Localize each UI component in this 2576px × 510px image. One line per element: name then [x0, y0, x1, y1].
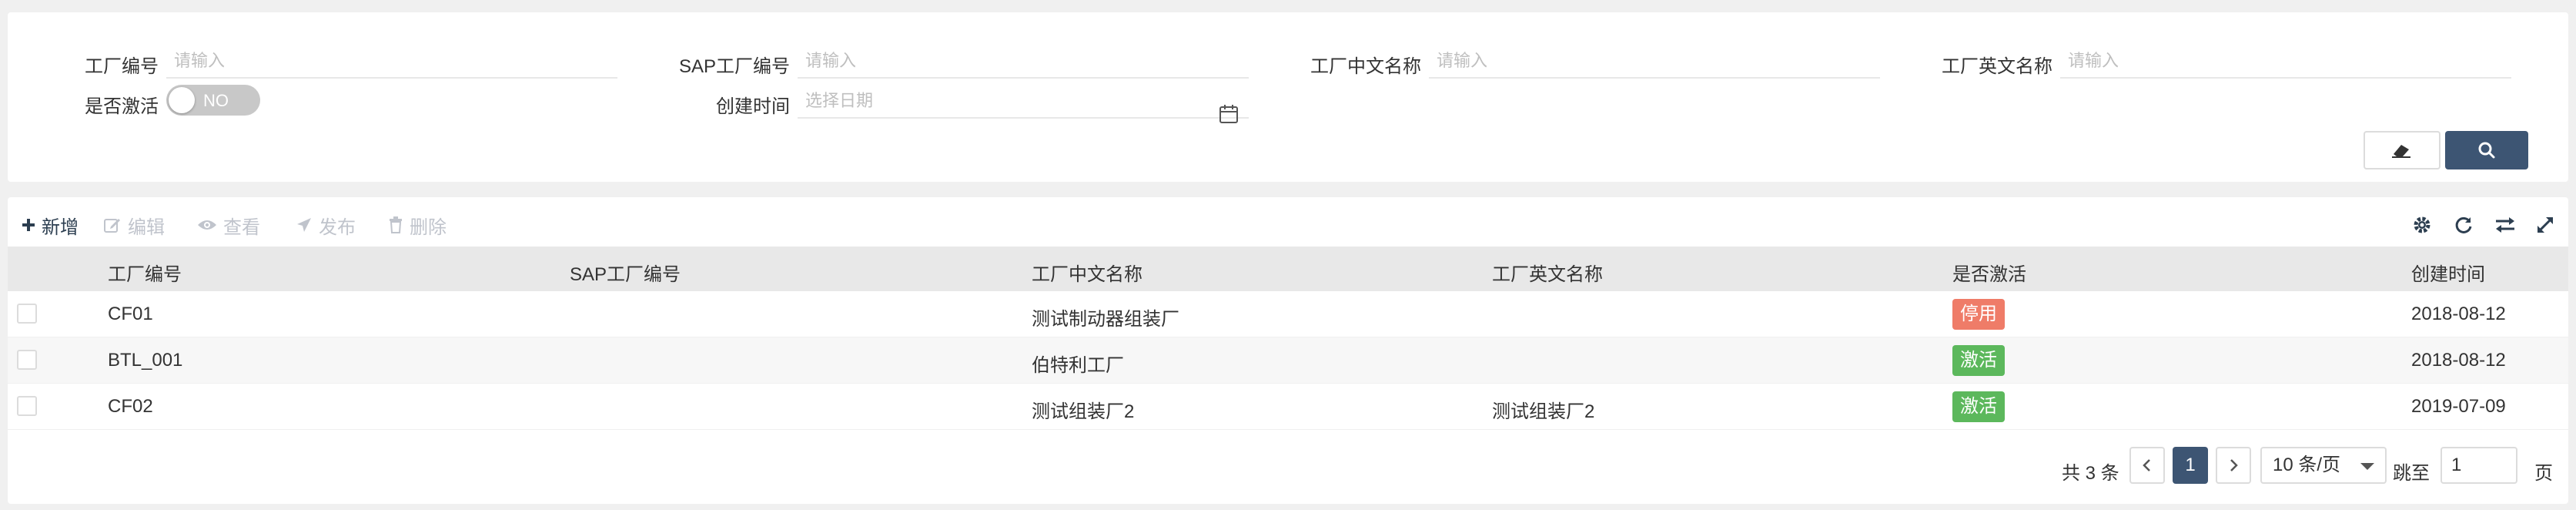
- cell-factory-cn-name: 测试制动器组装厂: [1032, 309, 1179, 330]
- sap-factory-code-input[interactable]: [798, 45, 1249, 79]
- prev-page-button[interactable]: [2129, 447, 2165, 484]
- search-button[interactable]: [2445, 131, 2528, 169]
- total-count: 共 3 条: [2062, 463, 2119, 484]
- chevron-right-icon: [2230, 459, 2238, 471]
- view-button[interactable]: 查看: [197, 210, 260, 240]
- page-size-value: 10 条/页: [2273, 455, 2341, 475]
- cell-factory-en-name: 测试组装厂2: [1492, 401, 1595, 422]
- factory-code-input[interactable]: [166, 45, 617, 79]
- plane-icon: [297, 218, 311, 232]
- publish-label: 发布: [319, 216, 356, 238]
- toggle-text: NO: [203, 91, 229, 110]
- active-toggle[interactable]: NO: [166, 85, 260, 116]
- active-label: 是否激活: [85, 96, 159, 117]
- row-checkbox[interactable]: [17, 396, 37, 416]
- jump-page-input[interactable]: [2441, 447, 2517, 484]
- factory-code-label: 工厂编号: [85, 56, 159, 77]
- edit-button[interactable]: 编辑: [103, 210, 165, 240]
- cell-factory-code: CF02: [108, 396, 153, 417]
- view-label: 查看: [223, 216, 260, 238]
- publish-button[interactable]: 发布: [296, 210, 356, 240]
- edit-label: 编辑: [128, 216, 165, 238]
- table-row[interactable]: BTL_001 伯特利工厂 激活 2018-08-12: [8, 337, 2568, 384]
- cell-created-time: 2019-07-09: [2411, 396, 2506, 417]
- eraser-icon: [2392, 145, 2410, 158]
- search-icon: [2478, 142, 2495, 159]
- refresh-icon[interactable]: [2451, 213, 2476, 237]
- table-panel: 新增 编辑 查看 发布 删除 工厂编号 SAP工厂编号 工厂中文名称 工厂英文名…: [8, 197, 2568, 504]
- created-date-input[interactable]: [798, 85, 1249, 119]
- sap-factory-code-label: SAP工厂编号: [678, 56, 790, 77]
- col-active[interactable]: 是否激活: [1952, 259, 2026, 286]
- status-badge: 激活: [1952, 391, 2005, 422]
- cell-factory-cn-name: 测试组装厂2: [1032, 401, 1135, 422]
- eye-icon: [198, 220, 216, 230]
- page-suffix: 页: [2534, 463, 2553, 484]
- row-checkbox[interactable]: [17, 304, 37, 324]
- table-row[interactable]: CF01 测试制动器组装厂 停用 2018-08-12: [8, 291, 2568, 337]
- swap-icon[interactable]: [2493, 213, 2517, 237]
- factory-cn-name-input[interactable]: [1429, 45, 1880, 79]
- plus-icon: [22, 219, 35, 231]
- factory-cn-name-label: 工厂中文名称: [1310, 56, 1421, 77]
- col-factory-en-name[interactable]: 工厂英文名称: [1492, 259, 1603, 286]
- add-label: 新增: [42, 216, 79, 238]
- status-badge: 停用: [1952, 299, 2005, 330]
- col-factory-code[interactable]: 工厂编号: [108, 259, 182, 286]
- caret-down-icon: [2360, 463, 2374, 470]
- cell-factory-code: BTL_001: [108, 350, 183, 371]
- delete-button[interactable]: 删除: [388, 210, 447, 240]
- cell-created-time: 2018-08-12: [2411, 304, 2506, 324]
- gear-icon[interactable]: [2410, 213, 2434, 237]
- page-1-button[interactable]: 1: [2173, 447, 2208, 484]
- cell-factory-code: CF01: [108, 304, 153, 324]
- toggle-knob: [169, 87, 195, 113]
- factory-en-name-input[interactable]: [2060, 45, 2511, 79]
- page-size-select[interactable]: 10 条/页: [2260, 447, 2387, 484]
- jump-label: 跳至: [2393, 463, 2430, 484]
- col-factory-cn-name[interactable]: 工厂中文名称: [1032, 259, 1142, 286]
- calendar-icon[interactable]: [1218, 103, 1239, 125]
- trash-icon: [390, 216, 402, 233]
- status-badge: 激活: [1952, 345, 2005, 376]
- search-panel: 工厂编号 SAP工厂编号 工厂中文名称 工厂英文名称 是否激活 NO 创建时间: [8, 12, 2568, 182]
- factory-en-name-label: 工厂英文名称: [1942, 56, 2052, 77]
- cell-created-time: 2018-08-12: [2411, 350, 2506, 371]
- table-header: 工厂编号 SAP工厂编号 工厂中文名称 工厂英文名称 是否激活 创建时间: [8, 247, 2568, 291]
- created-time-label: 创建时间: [716, 96, 790, 117]
- col-created-time[interactable]: 创建时间: [2411, 259, 2485, 286]
- row-checkbox[interactable]: [17, 350, 37, 370]
- next-page-button[interactable]: [2216, 447, 2251, 484]
- cell-factory-cn-name: 伯特利工厂: [1032, 355, 1124, 376]
- expand-icon[interactable]: [2533, 213, 2558, 237]
- col-sap-factory-code[interactable]: SAP工厂编号: [570, 259, 681, 286]
- table-row[interactable]: CF02 测试组装厂2 测试组装厂2 激活 2019-07-09: [8, 384, 2568, 430]
- edit-icon: [104, 219, 120, 233]
- add-button[interactable]: 新增: [22, 210, 79, 240]
- chevron-left-icon: [2143, 459, 2150, 471]
- delete-label: 删除: [410, 216, 447, 238]
- reset-button[interactable]: [2364, 131, 2441, 169]
